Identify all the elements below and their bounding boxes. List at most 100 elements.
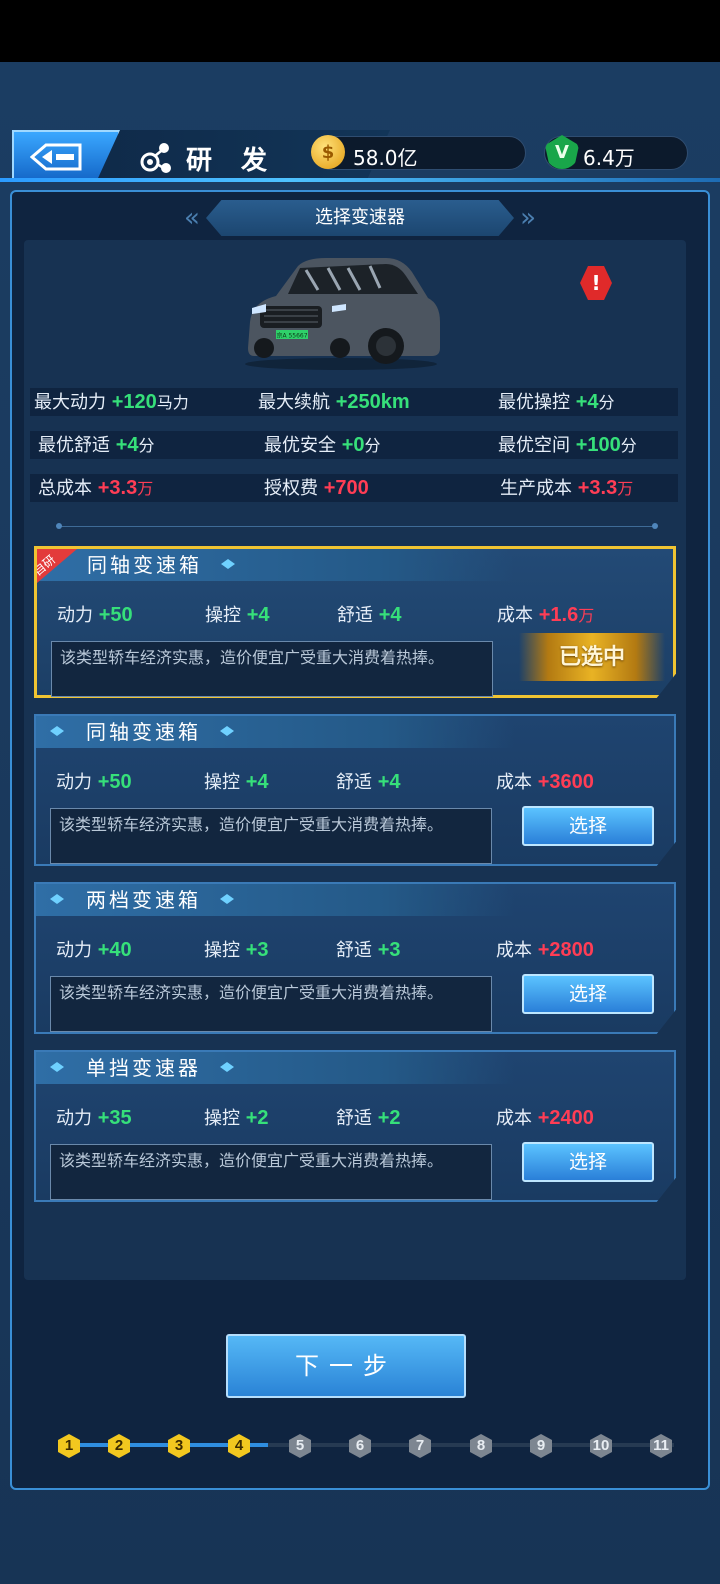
stat-unit: 万 bbox=[137, 479, 154, 498]
comfort-label: 舒适 bbox=[336, 940, 372, 961]
gem-resource[interactable]: V 6.4万 bbox=[544, 135, 688, 170]
chevron-right-decoration: » bbox=[520, 203, 536, 233]
gold-amount: 58.0亿 bbox=[353, 146, 418, 170]
stat-value: +4 bbox=[575, 391, 599, 413]
stat-value: +3.3 bbox=[97, 477, 138, 499]
control-label: 操控 bbox=[204, 940, 240, 961]
selected-button[interactable]: 已选中 bbox=[519, 633, 665, 681]
stat-label: 最优操控 bbox=[498, 392, 570, 413]
stat-production-cost: 生产成本 +3.3万 bbox=[500, 474, 633, 502]
comfort-stat: 舒适 +2 bbox=[336, 1104, 401, 1130]
coin-icon: $ bbox=[311, 135, 345, 169]
stat-unit: 马力 bbox=[156, 393, 189, 412]
stat-max-power: 最大动力 +120马力 bbox=[34, 388, 189, 416]
cost-label: 成本 bbox=[496, 772, 532, 793]
gold-resource[interactable]: $ 58.0亿 bbox=[311, 135, 526, 170]
select-button[interactable]: 选择 bbox=[522, 806, 654, 846]
stat-value: +700 bbox=[323, 477, 369, 499]
control-value: +4 bbox=[245, 771, 269, 793]
option-description: 该类型轿车经济实惠，造价便宜广受重大消费着热捧。 bbox=[50, 808, 492, 864]
cost-unit: 万 bbox=[578, 606, 595, 625]
cost-stat: 成本 +1.6万 bbox=[497, 601, 594, 627]
stat-unit: 分 bbox=[620, 436, 637, 455]
stat-label: 最优空间 bbox=[498, 435, 570, 456]
comfort-label: 舒适 bbox=[337, 605, 373, 626]
stat-label: 最优安全 bbox=[264, 435, 336, 456]
option-description: 该类型轿车经济实惠，造价便宜广受重大消费着热捧。 bbox=[50, 976, 492, 1032]
power-value: +35 bbox=[97, 1107, 132, 1129]
comfort-label: 舒适 bbox=[336, 1108, 372, 1129]
stat-best-space: 最优空间 +100分 bbox=[498, 431, 637, 459]
stat-best-handling: 最优操控 +4分 bbox=[498, 388, 615, 416]
power-value: +50 bbox=[98, 604, 133, 626]
power-label: 动力 bbox=[57, 605, 93, 626]
control-stat: 操控 +4 bbox=[204, 768, 269, 794]
stat-total-cost: 总成本 +3.3万 bbox=[38, 474, 153, 502]
cost-value: +1.6 bbox=[538, 604, 579, 626]
option-card[interactable]: 单挡变速器 动力 +35 操控 +2 舒适 +2 成本 +2400 该类型轿车经… bbox=[34, 1050, 676, 1202]
control-value: +4 bbox=[246, 604, 270, 626]
option-card-selected[interactable]: 自研 同轴变速箱 动力 +50 操控 +4 舒适 +4 成本 +1.6万 该类型… bbox=[34, 546, 676, 698]
card-title: 单挡变速器 bbox=[86, 1056, 201, 1080]
card-title: 两档变速箱 bbox=[86, 888, 201, 912]
select-button[interactable]: 选择 bbox=[522, 974, 654, 1014]
stat-value: +3.3 bbox=[577, 477, 618, 499]
stat-unit: 万 bbox=[617, 479, 634, 498]
option-card[interactable]: 同轴变速箱 动力 +50 操控 +4 舒适 +4 成本 +3600 该类型轿车经… bbox=[34, 714, 676, 866]
control-label: 操控 bbox=[204, 772, 240, 793]
comfort-value: +3 bbox=[377, 939, 401, 961]
cost-label: 成本 bbox=[496, 940, 532, 961]
cost-stat: 成本 +2800 bbox=[496, 936, 594, 962]
status-bar-area bbox=[0, 0, 720, 62]
divider-dot bbox=[56, 523, 62, 529]
control-label: 操控 bbox=[205, 605, 241, 626]
comfort-value: +4 bbox=[378, 604, 402, 626]
stat-best-comfort: 最优舒适 +4分 bbox=[38, 431, 155, 459]
power-value: +50 bbox=[97, 771, 132, 793]
gem-icon: V bbox=[545, 135, 579, 169]
stat-value: +120 bbox=[111, 391, 157, 413]
comfort-value: +4 bbox=[377, 771, 401, 793]
card-title: 同轴变速箱 bbox=[86, 720, 201, 744]
comfort-stat: 舒适 +4 bbox=[337, 601, 402, 627]
power-label: 动力 bbox=[56, 772, 92, 793]
stat-value: +0 bbox=[341, 434, 365, 456]
car-image: 京A 55667 bbox=[245, 258, 440, 370]
select-button[interactable]: 选择 bbox=[522, 1142, 654, 1182]
stat-label: 最大动力 bbox=[34, 392, 106, 413]
power-value: +40 bbox=[97, 939, 132, 961]
stat-label: 总成本 bbox=[38, 478, 92, 499]
power-stat: 动力 +50 bbox=[56, 768, 132, 794]
control-value: +3 bbox=[245, 939, 269, 961]
cost-label: 成本 bbox=[497, 605, 533, 626]
option-card[interactable]: 两档变速箱 动力 +40 操控 +3 舒适 +3 成本 +2800 该类型轿车经… bbox=[34, 882, 676, 1034]
stat-label: 最优舒适 bbox=[38, 435, 110, 456]
option-description: 该类型轿车经济实惠，造价便宜广受重大消费着热捧。 bbox=[51, 641, 493, 697]
stat-value: +100 bbox=[575, 434, 621, 456]
control-stat: 操控 +4 bbox=[205, 601, 270, 627]
control-value: +2 bbox=[245, 1107, 269, 1129]
power-label: 动力 bbox=[56, 940, 92, 961]
comfort-stat: 舒适 +4 bbox=[336, 768, 401, 794]
option-description: 该类型轿车经济实惠，造价便宜广受重大消费着热捧。 bbox=[50, 1144, 492, 1200]
power-stat: 动力 +50 bbox=[57, 601, 133, 627]
comfort-value: +2 bbox=[377, 1107, 401, 1129]
research-icon bbox=[140, 143, 171, 173]
next-step-button[interactable]: 下一步 bbox=[226, 1334, 466, 1398]
section-title: 选择变速器 bbox=[206, 200, 514, 236]
stat-row-3: 总成本 +3.3万 授权费 +700 生产成本 +3.3万 bbox=[30, 474, 678, 502]
stat-row-1: 最大动力 +120马力 最大续航 +250km 最优操控 +4分 bbox=[30, 388, 678, 416]
control-label: 操控 bbox=[204, 1108, 240, 1129]
cost-stat: 成本 +3600 bbox=[496, 768, 594, 794]
page-title: 研 发 bbox=[186, 146, 278, 176]
control-stat: 操控 +2 bbox=[204, 1104, 269, 1130]
comfort-label: 舒适 bbox=[336, 772, 372, 793]
stat-label: 生产成本 bbox=[500, 478, 572, 499]
divider bbox=[58, 526, 656, 527]
chevron-left-decoration: « bbox=[184, 203, 200, 233]
gem-amount: 6.4万 bbox=[583, 146, 635, 170]
stat-unit: 分 bbox=[138, 436, 155, 455]
cost-label: 成本 bbox=[496, 1108, 532, 1129]
divider-dot bbox=[652, 523, 658, 529]
header-divider bbox=[0, 178, 720, 182]
